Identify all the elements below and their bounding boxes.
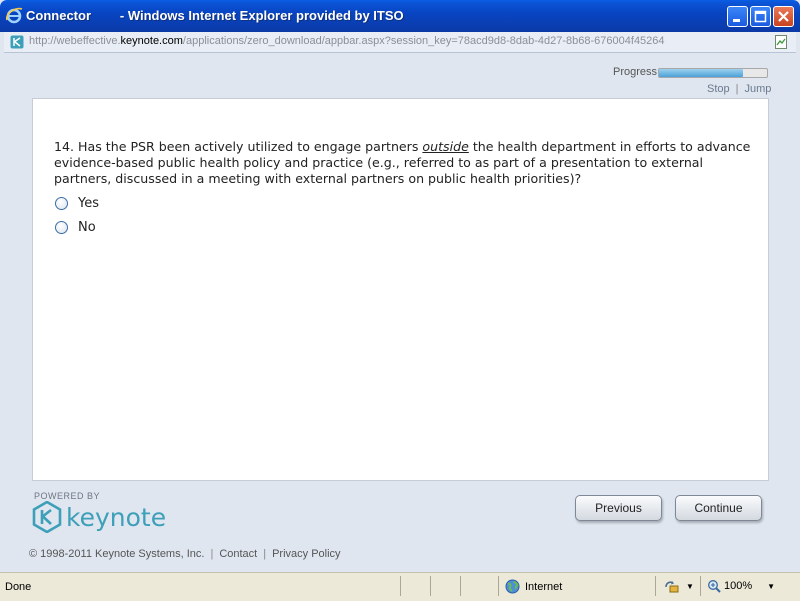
privacy-policy-link[interactable]: Privacy Policy xyxy=(272,548,340,560)
powered-by-label: POWERED BY xyxy=(34,491,101,501)
question-emphasis: outside xyxy=(422,139,469,154)
jump-link[interactable]: Jump xyxy=(745,83,772,95)
url-domain: keynote.com xyxy=(120,35,183,47)
protected-mode-icon xyxy=(665,581,679,593)
option-no[interactable]: No xyxy=(55,219,96,235)
question-lead: 14. Has the PSR been actively utilized t… xyxy=(54,139,423,154)
chevron-down-icon: ▼ xyxy=(686,582,694,591)
protected-mode-toggle[interactable]: ▼ xyxy=(664,579,694,594)
url-suffix: /applications/zero_download/appbar.aspx?… xyxy=(182,35,665,47)
continue-button[interactable]: Continue xyxy=(675,495,762,521)
address-bar[interactable]: http://webeffective.keynote.com/applicat… xyxy=(4,32,796,53)
title-bar[interactable]: Connector - Windows Internet Explorer pr… xyxy=(0,0,800,32)
globe-icon xyxy=(505,579,520,594)
minimize-icon xyxy=(733,19,740,22)
keynote-logo[interactable]: keynote xyxy=(32,501,166,533)
zone-label: Internet xyxy=(525,580,563,593)
option-yes[interactable]: Yes xyxy=(55,195,99,211)
security-zone[interactable]: Internet xyxy=(505,579,562,594)
maximize-button[interactable] xyxy=(750,6,771,27)
status-divider xyxy=(655,576,656,596)
keynote-logo-icon xyxy=(32,501,62,533)
url-text[interactable]: http://webeffective.keynote.com/applicat… xyxy=(29,35,665,47)
option-yes-label: Yes xyxy=(78,195,99,211)
progress-bar-fill xyxy=(659,69,744,77)
maximize-icon xyxy=(754,10,767,23)
close-icon xyxy=(778,11,789,22)
url-prefix: http://webeffective. xyxy=(29,35,121,47)
footer: © 1998-2011 Keynote Systems, Inc. | Contac… xyxy=(29,548,341,560)
zoom-level: 100% xyxy=(724,580,753,592)
status-divider xyxy=(498,576,499,596)
copyright-text: © 1998-2011 Keynote Systems, Inc. xyxy=(29,548,205,560)
page-content: Progress Stop | Jump 14. Has the PSR been … xyxy=(4,53,796,572)
status-divider xyxy=(430,576,431,596)
question-panel: 14. Has the PSR been actively utilized t… xyxy=(32,98,769,481)
stop-link[interactable]: Stop xyxy=(707,83,730,95)
status-divider xyxy=(460,576,461,596)
status-bar: Done Internet ▼ 100% ▼ xyxy=(0,572,800,601)
radio-yes[interactable] xyxy=(55,196,68,210)
nav-separator: | xyxy=(735,83,739,95)
zoom-control[interactable]: 100% ▼ xyxy=(707,579,775,593)
brand-name: keynote xyxy=(66,502,167,532)
option-no-label: No xyxy=(78,219,96,235)
progress-bar xyxy=(658,68,768,78)
contact-link[interactable]: Contact xyxy=(219,548,257,560)
radio-no[interactable] xyxy=(55,220,68,234)
chevron-down-icon: ▼ xyxy=(767,581,776,591)
page-icon[interactable] xyxy=(773,34,789,50)
progress-label: Progress xyxy=(613,66,658,78)
status-text: Done xyxy=(5,581,32,593)
question-text: 14. Has the PSR been actively utilized t… xyxy=(54,139,754,187)
footer-separator: | xyxy=(263,548,267,560)
close-button[interactable] xyxy=(773,6,794,27)
keynote-favicon-icon xyxy=(10,35,24,49)
previous-button[interactable]: Previous xyxy=(575,495,662,521)
status-divider xyxy=(700,576,701,596)
footer-separator: | xyxy=(210,548,214,560)
internet-explorer-icon xyxy=(5,7,23,24)
minimize-button[interactable] xyxy=(727,6,748,27)
status-divider xyxy=(400,576,401,596)
zoom-icon xyxy=(708,580,721,593)
window-title: Connector - Windows Internet Explorer pr… xyxy=(26,8,404,23)
survey-nav-links: Stop | Jump xyxy=(707,83,771,95)
